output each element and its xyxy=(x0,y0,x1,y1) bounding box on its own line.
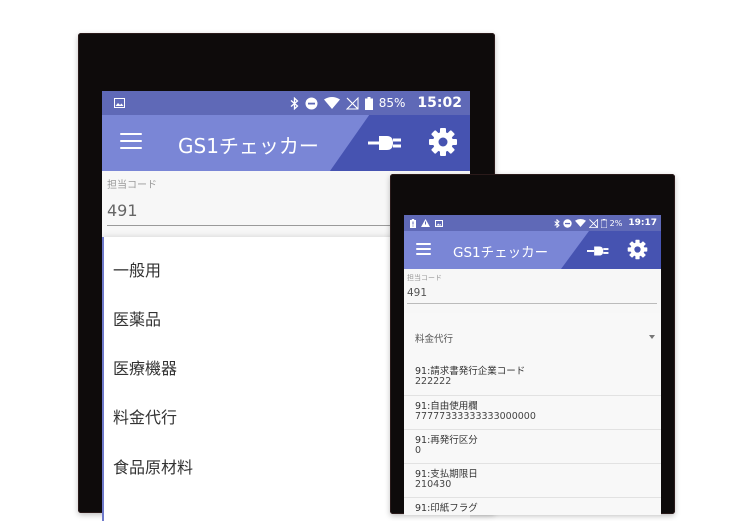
status-bar: 85% 15:02 xyxy=(102,91,470,115)
tanto-code-label: 担当コード xyxy=(107,180,157,191)
field-label: 91:印紙フラグ xyxy=(415,503,478,514)
field-label: 91:再発行区分 xyxy=(415,435,478,446)
gear-icon[interactable] xyxy=(428,127,458,157)
battery-percent: 85% xyxy=(378,96,406,110)
phone-screen: 2% 19:17 GS1チェッカー 担当コード 491 料金代行 91:請求書発… xyxy=(404,215,661,515)
app-bar: GS1チェッカー xyxy=(404,231,661,269)
status-clock: 19:17 xyxy=(628,218,657,228)
field-label: 91:支払期限日 xyxy=(415,469,478,480)
gear-icon[interactable] xyxy=(627,239,648,260)
list-item[interactable]: 91:支払期限日 210430 xyxy=(404,463,661,498)
bluetooth-icon xyxy=(290,96,299,110)
warning-icon xyxy=(421,219,430,227)
battery-alert-icon xyxy=(410,218,416,228)
tanto-code-label: 担当コード xyxy=(407,274,442,282)
bluetooth-icon xyxy=(554,218,560,228)
plug-icon[interactable] xyxy=(368,133,408,153)
phone-device: 2% 19:17 GS1チェッカー 担当コード 491 料金代行 91:請求書発… xyxy=(390,174,675,515)
hamburger-menu-icon[interactable] xyxy=(416,243,431,257)
app-title: GS1チェッカー xyxy=(453,245,549,261)
field-value: 222222 xyxy=(415,376,452,387)
field-value: 0 xyxy=(415,445,422,456)
category-select-value: 料金代行 xyxy=(415,334,454,345)
tanto-code-value[interactable]: 491 xyxy=(407,287,427,299)
list-item[interactable]: 91:再発行区分 0 xyxy=(404,429,661,464)
chevron-down-icon xyxy=(649,335,655,339)
list-item[interactable]: 91:請求書発行企業コード 222222 xyxy=(404,361,661,395)
list-item[interactable]: 91:自由使用欄 77777333333333000000 xyxy=(404,395,661,430)
field-label: 91:請求書発行企業コード xyxy=(415,366,526,377)
hamburger-menu-icon[interactable] xyxy=(120,133,142,153)
field-label: 91:自由使用欄 xyxy=(415,401,478,412)
field-value: 77777333333333000000 xyxy=(415,411,536,422)
do-not-disturb-icon xyxy=(305,97,318,109)
image-notification-icon xyxy=(435,219,443,227)
tanto-code-field[interactable]: 担当コード 491 xyxy=(404,269,661,313)
status-clock: 15:02 xyxy=(417,95,462,111)
battery-percent: 2% xyxy=(609,218,623,228)
image-notification-icon xyxy=(114,98,125,108)
do-not-disturb-icon xyxy=(562,218,572,228)
tanto-code-underline xyxy=(407,303,657,304)
category-select[interactable]: 料金代行 xyxy=(415,331,655,345)
battery-icon xyxy=(364,96,373,110)
battery-icon xyxy=(600,218,607,228)
wifi-icon xyxy=(574,219,586,227)
app-bar: GS1チェッカー xyxy=(102,115,470,171)
menu-item-pharmaceuticals[interactable]: 医薬品 xyxy=(113,306,161,330)
menu-item-general[interactable]: 一般用 xyxy=(113,257,161,281)
status-bar: 2% 19:17 xyxy=(404,215,661,231)
menu-item-food-ingredients[interactable]: 食品原材料 xyxy=(113,454,193,478)
field-value: 210430 xyxy=(415,479,452,490)
app-title: GS1チェッカー xyxy=(178,134,319,158)
plug-icon[interactable] xyxy=(587,243,613,257)
menu-item-medical-devices[interactable]: 医療機器 xyxy=(113,355,177,379)
no-signal-icon xyxy=(345,96,359,109)
wifi-icon xyxy=(323,97,340,109)
no-signal-icon xyxy=(588,218,598,228)
tanto-code-value[interactable]: 491 xyxy=(107,201,138,220)
menu-item-payment-agency[interactable]: 料金代行 xyxy=(113,404,177,428)
gs1-field-list: 料金代行 91:請求書発行企業コード 222222 91:自由使用欄 77777… xyxy=(404,313,661,515)
